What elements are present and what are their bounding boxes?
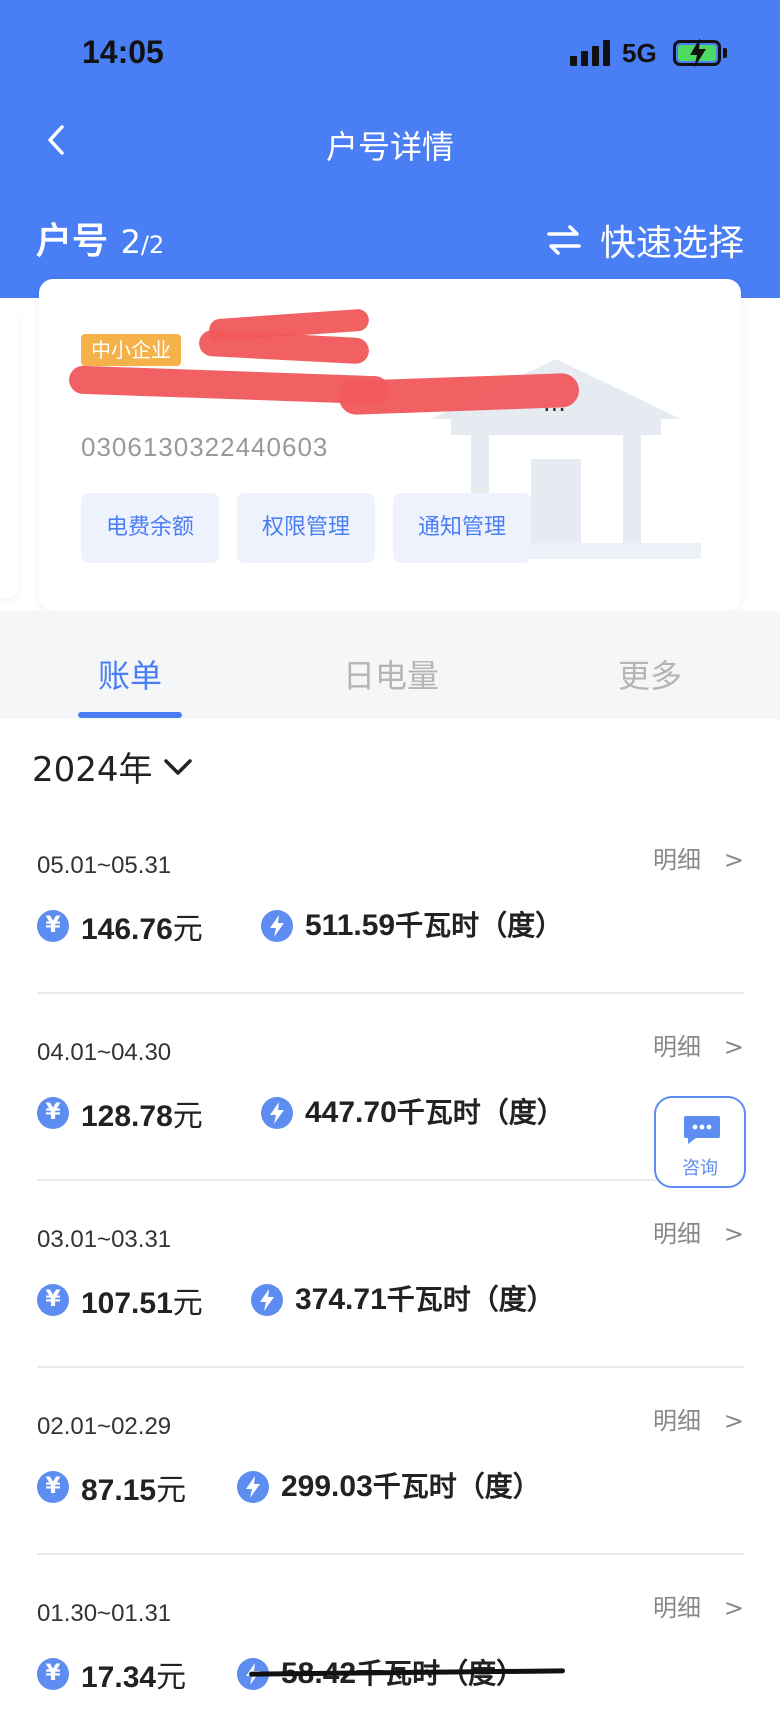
yen-icon: ¥ (37, 1658, 69, 1690)
bolt-icon (261, 910, 293, 942)
status-time: 14:05 (82, 34, 164, 70)
page-title: 户号详情 (325, 128, 454, 166)
redaction-mark (198, 329, 370, 365)
tab-indicator (78, 712, 182, 718)
bill-period: 01.30~01.31 (37, 1600, 172, 1627)
bill-energy: 511.59千瓦时（度） (305, 909, 564, 942)
bill-item[interactable]: 04.01~04.30 明细 > ¥ 128.78元 447.70千瓦时（度） (37, 987, 744, 1174)
account-label-text: 户号 (36, 221, 109, 262)
quick-select-label: 快速选择 (599, 223, 744, 264)
balance-button[interactable]: 电费余额 (81, 493, 219, 563)
bolt-icon (237, 1471, 269, 1503)
bill-detail-link[interactable]: 明细 > (653, 840, 744, 875)
bill-period: 05.01~05.31 (37, 852, 172, 879)
bill-amount: 146.76元 (81, 913, 203, 946)
account-card: 中小企业 ... 0306130322440603 电费余额 权限管理 通知管理 (39, 279, 741, 611)
network-type: 5G (622, 38, 657, 68)
bill-amount: 87.15元 (81, 1474, 187, 1507)
bill-energy: 447.70千瓦时（度） (305, 1096, 565, 1129)
yen-icon: ¥ (37, 1284, 69, 1316)
bill-period: 02.01~02.29 (37, 1413, 172, 1440)
tab-bar: 账单 日电量 更多 (0, 611, 780, 719)
consult-button[interactable]: 咨询 (654, 1096, 746, 1188)
account-index-total: /2 (140, 231, 165, 259)
battery-cap (723, 48, 727, 58)
bill-energy: 299.03千瓦时（度） (281, 1470, 541, 1503)
bill-item[interactable]: 02.01~02.29 明细 > ¥ 87.15元 299.03千瓦时（度） (37, 1361, 744, 1548)
tab-more[interactable]: 更多 (618, 651, 682, 697)
bill-period: 03.01~03.31 (37, 1226, 172, 1253)
enterprise-badge: 中小企业 (81, 334, 181, 366)
bill-item[interactable]: 03.01~03.31 明细 > ¥ 107.51元 374.71千瓦时（度） (37, 1174, 744, 1361)
account-index: 户号 2/2 (36, 212, 164, 264)
header: 14:05 5G 户号详情 户号 2/2 快速选择 (0, 0, 780, 298)
chat-bubble-icon (684, 1116, 720, 1144)
status-bar: 14:05 5G (0, 0, 780, 100)
tab-daily-usage[interactable]: 日电量 (343, 651, 439, 697)
bolt-icon (261, 1097, 293, 1129)
bill-amount: 128.78元 (81, 1100, 203, 1133)
bolt-icon (251, 1284, 283, 1316)
yen-icon: ¥ (37, 1097, 69, 1129)
tab-bills[interactable]: 账单 (98, 651, 162, 697)
bill-item[interactable]: 01.30~01.31 明细 > ¥ 17.34元 58.42千瓦时（度） (37, 1548, 744, 1735)
consult-label: 咨询 (682, 1158, 718, 1179)
bill-period: 04.01~04.30 (37, 1039, 172, 1066)
year-label: 2024年 (32, 750, 153, 790)
bill-detail-link[interactable]: 明细 > (653, 1214, 744, 1249)
account-number: 0306130322440603 (81, 432, 329, 462)
chevron-down-icon (163, 758, 192, 775)
signal-icon (570, 40, 612, 66)
bill-detail-link[interactable]: 明细 > (653, 1588, 744, 1623)
previous-card-peek[interactable] (0, 310, 18, 598)
bill-detail-link[interactable]: 明细 > (653, 1401, 744, 1436)
notification-button[interactable]: 通知管理 (393, 493, 531, 563)
bill-energy: 374.71千瓦时（度） (295, 1283, 555, 1316)
quick-select-button[interactable]: 快速选择 (546, 214, 744, 266)
year-selector[interactable]: 2024年 (32, 742, 193, 791)
bill-item[interactable]: 05.01~05.31 明细 > ¥ 146.76元 511.59千瓦时（度） (37, 800, 744, 987)
bill-detail-link[interactable]: 明细 > (653, 1027, 744, 1062)
yen-icon: ¥ (37, 1471, 69, 1503)
swap-icon (547, 225, 581, 255)
account-index-current: 2 (120, 223, 141, 261)
charging-icon (690, 38, 706, 68)
bill-amount: 17.34元 (81, 1661, 187, 1694)
yen-icon: ¥ (37, 910, 69, 942)
bill-amount: 107.51元 (81, 1287, 203, 1320)
permission-button[interactable]: 权限管理 (237, 493, 375, 563)
